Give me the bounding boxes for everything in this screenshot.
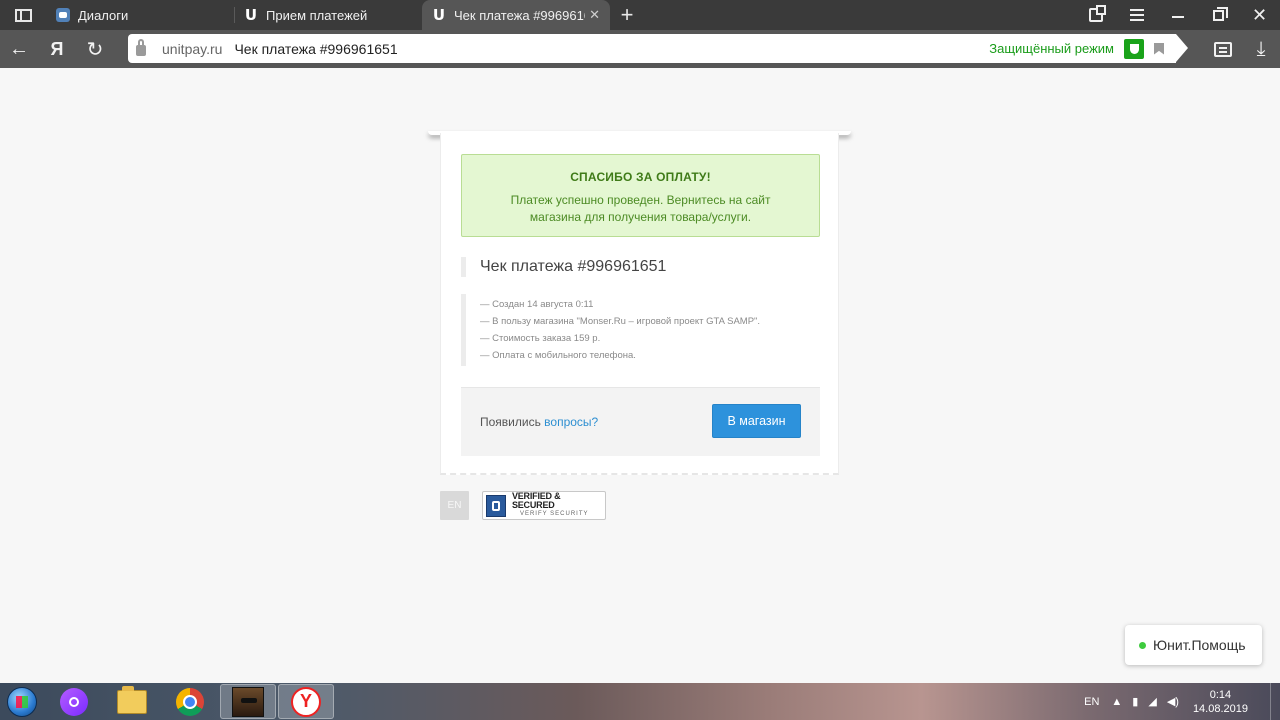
translate-icon[interactable] [1204,30,1242,68]
detail-line: — Создан 14 августа 0:11 [480,299,594,310]
show-desktop-button[interactable] [1270,683,1280,720]
address-page-title: Чек платежа #996961651 [234,40,398,57]
tab-label: Диалоги [78,7,129,23]
unitpay-icon: U [244,6,258,24]
questions-link[interactable]: вопросы? [544,415,598,429]
start-button[interactable] [0,683,44,720]
power-icon[interactable]: ▮ [1132,695,1138,708]
taskbar: Y EN ▲ ▮ ◢ ◀) 0:14 14.08.2019 [0,683,1280,720]
tab-label: Прием платежей [266,7,368,23]
nav-right-tools: ⤓ [1204,30,1280,68]
tab-receipt[interactable]: U Чек платежа #996961651 ✕ [422,0,610,30]
windows-start-icon [7,686,37,717]
taskbar-alice[interactable] [46,683,102,720]
unitpay-icon: U [432,6,446,24]
bookmark-icon[interactable] [1154,42,1164,55]
yandex-browser-icon: Y [291,686,321,717]
tab-dialogs[interactable]: Диалоги [46,0,234,30]
sidebar-toggle-icon[interactable] [0,0,46,30]
online-dot-icon [1139,641,1146,649]
clock-date: 14.08.2019 [1192,702,1248,715]
taskbar-gta[interactable] [220,684,276,719]
address-domain: unitpay.ru [162,40,223,57]
taskbar-yandex[interactable]: Y [278,684,334,719]
receipt-card: СПАСИБО ЗА ОПЛАТУ! Платеж успешно провед… [440,133,839,475]
address-bar[interactable]: unitpay.ru Чек платежа #996961651 Защищё… [128,34,1188,63]
taskbar-chrome[interactable] [162,683,218,720]
vk-icon [56,8,70,22]
download-icon[interactable]: ⤓ [1242,30,1280,68]
help-widget-label: Юнит.Помощь [1153,637,1246,653]
chrome-icon [176,687,204,716]
success-title: СПАСИБО ЗА ОПЛАТУ! [570,170,711,184]
verified-text: VERIFIED & SECURED VERIFY SECURITY [512,492,605,519]
alice-icon [60,687,88,716]
taskbar-explorer[interactable] [104,683,160,720]
gta-icon [232,686,264,717]
restore-icon[interactable] [1198,0,1239,30]
help-widget-button[interactable]: Юнит.Помощь [1125,625,1262,665]
reload-button[interactable]: ↻ [76,30,114,68]
system-tray: EN ▲ ▮ ◢ ◀) 0:14 14.08.2019 [1084,683,1280,720]
folder-icon [117,685,147,714]
success-text: Платеж успешно проведен. Вернитесь на са… [510,193,771,224]
tab-payments[interactable]: U Прием платежей [234,0,422,30]
language-button[interactable]: EN [440,491,469,520]
receipt-details: — Создан 14 августа 0:11 — В пользу мага… [461,294,820,366]
protected-mode-label[interactable]: Защищённый режим [989,41,1114,56]
receipt-title: Чек платежа #996961651 [461,257,666,277]
lock-icon [136,39,146,56]
tray-arrow-icon[interactable]: ▲ [1111,696,1122,708]
detail-line: — Стоимость заказа 159 р. [480,333,601,344]
success-message: СПАСИБО ЗА ОПЛАТУ! Платеж успешно провед… [461,154,820,237]
minimize-icon[interactable] [1157,0,1198,30]
navigation-bar: ← Я ↻ unitpay.ru Чек платежа #996961651 … [0,30,1280,68]
questions-prefix: Появились [480,415,545,429]
detail-line: — В пользу магазина "Monser.Ru – игровой… [480,316,761,327]
verified-line1: VERIFIED & SECURED [511,491,561,510]
verified-secured-badge[interactable]: VERIFIED & SECURED VERIFY SECURITY [482,491,606,520]
bookmarks-icon[interactable] [1075,0,1116,30]
card-footer: Появились вопросы? В магазин [461,387,820,456]
yandex-home-button[interactable]: Я [38,30,76,68]
network-icon[interactable]: ◢ [1148,695,1156,708]
menu-icon[interactable] [1116,0,1157,30]
tray-language[interactable]: EN [1084,696,1099,708]
verified-line2: VERIFY SECURITY [519,511,589,517]
tab-label: Чек платежа #996961651 [454,7,585,23]
clock[interactable]: 0:14 14.08.2019 [1193,688,1248,716]
window-close-icon[interactable]: ✕ [1239,0,1280,30]
lock-shield-icon [486,494,506,517]
protect-shield-icon[interactable] [1124,38,1144,59]
detail-line: — Оплата с мобильного телефона. [480,350,636,361]
clock-time: 0:14 [1209,688,1232,701]
volume-icon[interactable]: ◀) [1167,695,1179,708]
questions-text: Появились вопросы? [480,415,598,429]
window-controls: ✕ [1075,0,1280,30]
tab-bar: Диалоги U Прием платежей U Чек платежа #… [0,0,1280,30]
back-button[interactable]: ← [0,30,38,68]
new-tab-button[interactable]: + [612,0,642,30]
tab-close-icon[interactable]: ✕ [589,7,600,23]
to-shop-button[interactable]: В магазин [712,404,801,438]
